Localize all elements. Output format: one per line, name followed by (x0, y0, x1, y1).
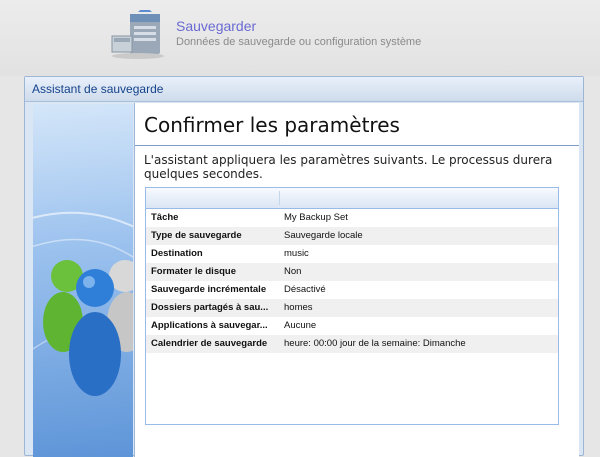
grid-body: Tâche My Backup Set Type de sauvegarde Sauv… (146, 209, 558, 353)
table-row[interactable]: Sauvegarde incrémentale Désactivé (146, 281, 558, 299)
page-title: Confirmer les paramètres (144, 113, 400, 137)
column-resize-handle[interactable] (279, 191, 280, 205)
backup-server-icon (111, 10, 164, 59)
users-icon (33, 211, 133, 396)
table-row[interactable]: Destination music (146, 245, 558, 263)
table-row[interactable]: Tâche My Backup Set (146, 209, 558, 227)
setting-name: Calendrier de sauvegarde (151, 338, 268, 349)
app-header: Sauvegarder Données de sauvegarde ou con… (0, 0, 600, 76)
setting-name: Destination (151, 248, 203, 259)
setting-value: Non (284, 266, 302, 277)
settings-grid: Tâche My Backup Set Type de sauvegarde Sauv… (145, 187, 559, 425)
table-row[interactable]: Dossiers partagés à sau... homes (146, 299, 558, 317)
setting-value: Aucune (284, 320, 317, 331)
setting-name: Applications à sauvegar... (151, 320, 268, 331)
setting-value: music (284, 248, 309, 259)
setting-name: Sauvegarde incrémentale (151, 284, 267, 295)
setting-name: Type de sauvegarde (151, 230, 242, 241)
setting-value: Désactivé (284, 284, 326, 295)
table-row[interactable]: Type de sauvegarde Sauvegarde locale (146, 227, 558, 245)
app-title: Sauvegarder (176, 18, 257, 34)
app-subtitle: Données de sauvegarde ou configuration s… (176, 36, 422, 48)
table-row[interactable]: Calendrier de sauvegarde heure: 00:00 jou… (146, 335, 558, 353)
wizard-titlebar[interactable]: Assistant de sauvegarde (25, 77, 583, 102)
grid-header (146, 188, 558, 209)
heading-bar: Confirmer les paramètres (135, 103, 579, 146)
wizard-window: Assistant de sauvegarde Confirmer les pa… (24, 76, 584, 457)
wizard-side-art (33, 104, 133, 457)
setting-name: Formater le disque (151, 266, 236, 277)
setting-name: Dossiers partagés à sau... (151, 302, 269, 313)
wizard-description: L'assistant appliquera les paramètres su… (144, 153, 553, 181)
setting-value: My Backup Set (284, 212, 348, 223)
setting-name: Tâche (151, 212, 179, 223)
setting-value: heure: 00:00 jour de la semaine: Dimanch… (284, 338, 466, 349)
setting-value: homes (284, 302, 313, 313)
setting-value: Sauvegarde locale (284, 230, 363, 241)
table-row[interactable]: Formater le disque Non (146, 263, 558, 281)
table-row[interactable]: Applications à sauvegar... Aucune (146, 317, 558, 335)
wizard-title: Assistant de sauvegarde (32, 82, 164, 96)
wizard-content: Confirmer les paramètres L'assistant app… (134, 103, 579, 457)
